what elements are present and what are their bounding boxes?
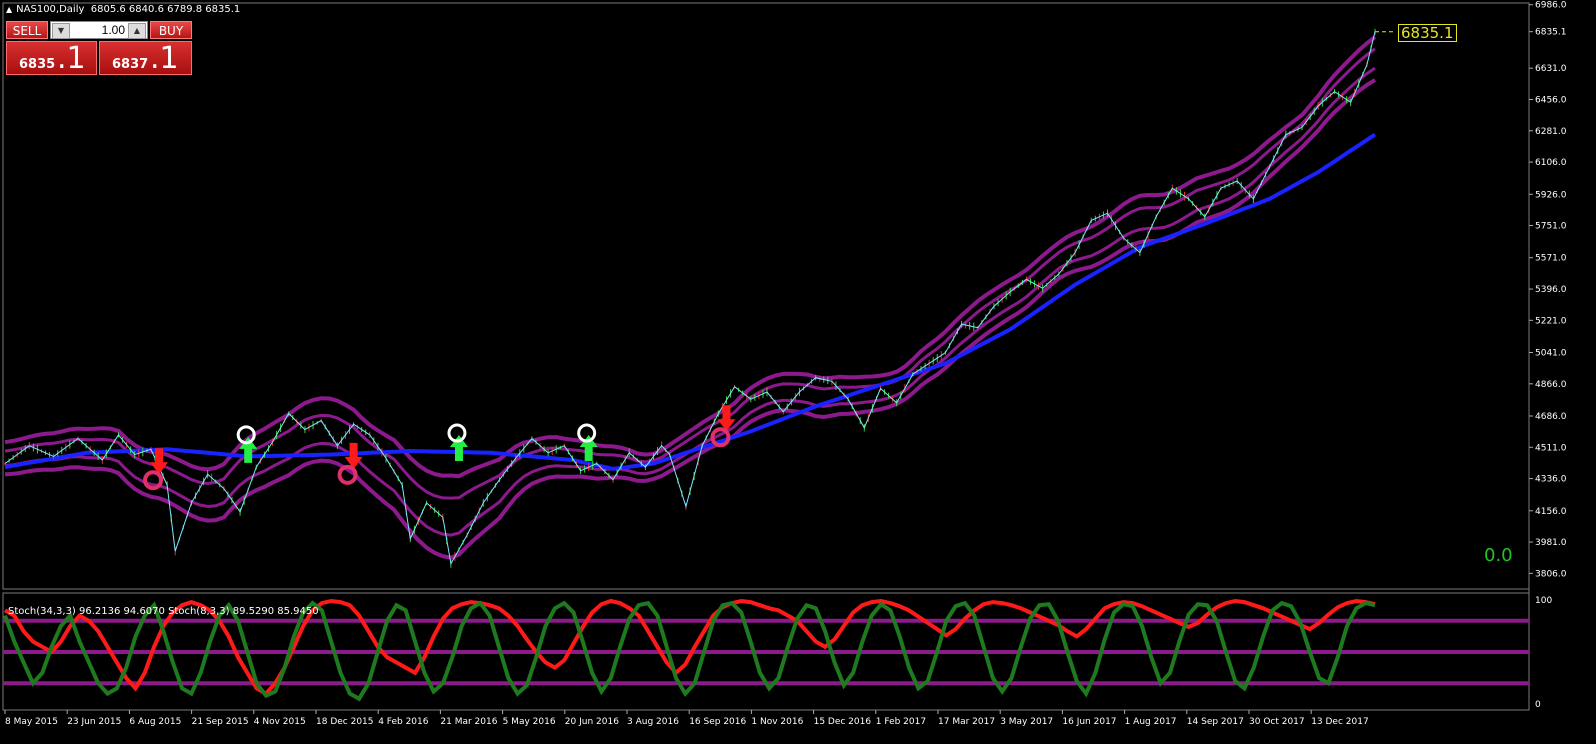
envelope-band-line <box>4 35 1377 479</box>
time-tick-label: 8 May 2015 <box>5 717 58 727</box>
buy-price-box[interactable]: 6837 .1 <box>99 41 192 76</box>
time-tick-label: 1 Aug 2017 <box>1125 717 1177 727</box>
price-tick-label: 4511.0 <box>1535 443 1567 453</box>
price-tick-label: 4686.0 <box>1535 412 1567 422</box>
price-tick-label: 5751.0 <box>1535 222 1567 232</box>
price-tick-label: 4156.0 <box>1535 507 1567 517</box>
price-tick-label: 6835.1 <box>1535 28 1567 38</box>
buy-price-main: 6837 <box>112 57 149 72</box>
sell-price-box[interactable]: 6835 .1 <box>6 41 97 76</box>
lot-size-input[interactable]: 1.00 <box>73 22 125 38</box>
price-bars <box>4 28 1376 568</box>
time-tick-label: 1 Nov 2016 <box>751 717 803 727</box>
sell-button[interactable]: SELL <box>6 21 48 39</box>
time-tick-label: 4 Nov 2015 <box>254 717 306 727</box>
time-tick-label: 17 Mar 2017 <box>938 717 995 727</box>
time-tick-label: 30 Oct 2017 <box>1249 717 1305 727</box>
moving-average-line <box>4 132 1377 471</box>
balance-label: 0.0 <box>1484 545 1513 566</box>
time-tick-label: 6 Aug 2015 <box>129 717 181 727</box>
time-axis-labels: 8 May 2015 23 Jun 2015 6 Aug 2015 21 Sep 20… <box>4 710 1369 727</box>
ohlc-values: 6805.6 6840.6 6789.8 6835.1 <box>90 4 241 15</box>
chart-title: ▲ NAS100,Daily 6805.6 6840.6 6789.8 6835.… <box>6 4 240 15</box>
lot-increase-icon[interactable]: ▲ <box>128 23 146 39</box>
oscillator-title: Stoch(34,3,3) 96.2136 94.6070 Stoch(8,3,… <box>8 606 319 617</box>
buy-price-pips: .1 <box>150 41 179 76</box>
oscillator-tick-label: 100 <box>1535 596 1552 606</box>
price-tick-label: 3981.0 <box>1535 538 1567 548</box>
time-tick-label: 14 Sep 2017 <box>1187 717 1244 727</box>
time-tick-label: 16 Jun 2017 <box>1062 717 1116 727</box>
price-tick-label: 5221.0 <box>1535 316 1567 326</box>
last-price-label: 6835.1 <box>1398 24 1457 42</box>
time-tick-label: 21 Sep 2015 <box>192 717 249 727</box>
price-tick-label: 6986.0 <box>1535 1 1567 11</box>
price-tick-label: 5041.0 <box>1535 349 1567 359</box>
price-tick-label: 6631.0 <box>1535 64 1567 74</box>
time-tick-label: 16 Sep 2016 <box>689 717 746 727</box>
oscillator-tick-label: 0 <box>1535 700 1541 710</box>
chart-area[interactable]: 6986.06835.16631.06456.06281.06106.05926… <box>0 0 1596 744</box>
time-tick-label: 4 Feb 2016 <box>378 717 429 727</box>
price-tick-label: 4336.0 <box>1535 475 1567 485</box>
price-tick-label: 6281.0 <box>1535 127 1567 137</box>
price-tick-label: 5926.0 <box>1535 190 1567 200</box>
price-tick-label: 6106.0 <box>1535 158 1567 168</box>
price-tick-label: 3806.0 <box>1535 569 1567 579</box>
time-tick-label: 15 Dec 2016 <box>814 717 872 727</box>
price-tick-label: 6456.0 <box>1535 95 1567 105</box>
price-axis-labels: 6986.0 6835.1 6631.0 6456.0 6281.0 6106.0 5926… <box>1529 1 1567 579</box>
one-click-trading-panel: SELL ▼ 1.00 ▲ BUY 6835 .1 6837 .1 <box>6 21 192 76</box>
time-tick-label: 20 Jun 2016 <box>565 717 619 727</box>
moving-average <box>4 132 1377 471</box>
lot-size-field[interactable]: ▼ 1.00 ▲ <box>50 21 148 39</box>
collapse-triangle-icon[interactable]: ▲ <box>6 5 12 14</box>
lot-decrease-icon[interactable]: ▼ <box>52 23 70 39</box>
envelope-band-line <box>4 78 1377 560</box>
time-tick-label: 5 May 2016 <box>503 717 556 727</box>
price-tick-label: 5571.0 <box>1535 254 1567 264</box>
buy-button[interactable]: BUY <box>150 21 192 39</box>
price-tick-label: 4866.0 <box>1535 380 1567 390</box>
symbol-label: NAS100,Daily <box>16 4 85 15</box>
time-tick-label: 3 Aug 2016 <box>627 717 679 727</box>
time-tick-label: 23 Jun 2015 <box>67 717 121 727</box>
sell-price-pips: .1 <box>57 41 86 76</box>
time-tick-label: 21 Mar 2016 <box>440 717 497 727</box>
sell-price-main: 6835 <box>19 57 56 72</box>
time-tick-label: 18 Dec 2015 <box>316 717 374 727</box>
time-tick-label: 3 May 2017 <box>1000 717 1053 727</box>
time-tick-label: 13 Dec 2017 <box>1311 717 1369 727</box>
price-tick-label: 5396.0 <box>1535 285 1567 295</box>
time-tick-label: 1 Feb 2017 <box>876 717 926 727</box>
envelope-band-line <box>4 66 1376 537</box>
oscillator-axis-labels: 100 0 <box>1535 596 1552 710</box>
envelope-bands <box>4 35 1377 560</box>
